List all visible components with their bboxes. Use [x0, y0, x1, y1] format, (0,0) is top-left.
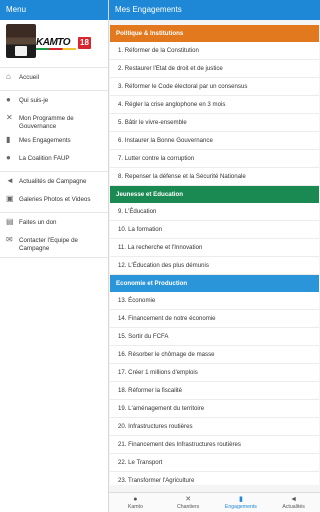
kamto-logo: KAMTO 18 [36, 37, 92, 50]
sidebar-item[interactable]: ● La Coalition FAUP [0, 151, 108, 169]
menu-group: ▤ Faites un don ✉ Contacter l'Equipe de Cam… [0, 213, 108, 258]
menu-group: ◄ Actualités de Campagne ▣ Galeries Photos … [0, 172, 108, 213]
menu-group: ● Qui suis-je ✕ Mon Programme de Gouvernanc… [0, 91, 108, 172]
tab-kamto[interactable]: ● Kamto [109, 493, 162, 512]
list-item[interactable]: 18. Réformer la fiscalité [110, 382, 319, 400]
list-item[interactable]: 2. Restaurer l'Etat de droit et de justi… [110, 60, 319, 78]
tools-icon: ✕ [185, 496, 192, 503]
drawer-menu: ⌂ Accueil ● Qui suis-je ✕ Mon Programme de Go… [0, 68, 108, 258]
sidebar-item-label: Galeries Photos et Videos [19, 196, 91, 203]
mail-icon: ✉ [6, 235, 13, 244]
sidebar-item-label: La Coalition FAUP [19, 155, 70, 162]
list-item[interactable]: 22. Le Transport [110, 454, 319, 472]
sidebar-item[interactable]: ✕ Mon Programme de Gouvernance [0, 111, 108, 133]
list-item[interactable]: 10. La formation [110, 221, 319, 239]
tab-label: Kamto [127, 504, 143, 510]
tab-label: Engagements [224, 504, 257, 510]
list-item[interactable]: 23. Transformer l'Agriculture [110, 472, 319, 485]
home-icon: ⌂ [6, 72, 11, 81]
list-item[interactable]: 1. Réformer de la Constitution [110, 42, 319, 60]
tab-engagements[interactable]: ▮ Engagements [215, 493, 268, 512]
sidebar-item[interactable]: ● Qui suis-je [0, 93, 108, 111]
list-item[interactable]: 3. Réformer le Code électoral par un con… [110, 78, 319, 96]
sidebar-item[interactable]: ◄ Actualités de Campagne [0, 174, 108, 192]
sidebar-item[interactable]: ▮ Mes Engagements [0, 133, 108, 151]
sidebar-item-label: Faites un don [19, 219, 57, 226]
tools-icon: ✕ [6, 113, 13, 122]
sidebar-item-label: Mes Engagements [19, 137, 71, 144]
list-item[interactable]: 13. Économie [110, 292, 319, 310]
page-title: Mes Engagements [109, 0, 320, 20]
person-icon: ● [6, 95, 11, 104]
bookmark-icon: ▮ [238, 496, 243, 503]
tab-chantiers[interactable]: ✕ Chantiers [162, 493, 215, 512]
section-header: Economie et Production [110, 275, 319, 292]
sidebar-item-label: Actualités de Campagne [19, 178, 87, 185]
section-header: Politique & Institutions [110, 25, 319, 42]
list-item[interactable]: 8. Repenser la défense et la Sécurité Na… [110, 168, 319, 186]
list-item[interactable]: 12. L'Éducation des plus démunis [110, 257, 319, 275]
list-item[interactable]: 6. Instaurer la Bonne Gouvernance [110, 132, 319, 150]
list-item[interactable]: 21. Financement des Infrastructures rout… [110, 436, 319, 454]
tab-actualités[interactable]: ◄ Actualités [267, 493, 320, 512]
list-item[interactable]: 7. Lutter contre la corruption [110, 150, 319, 168]
bottom-tab-bar: ● Kamto ✕ Chantiers ▮ Engagements ◄ Actualités [109, 492, 320, 512]
drawer-title: Menu [0, 0, 108, 20]
menu-group: ⌂ Accueil [0, 68, 108, 91]
sidebar-item-label: Contacter l'Equipe de Campagne [19, 237, 78, 252]
logo-year: 18 [78, 37, 91, 49]
people-icon: ● [6, 153, 11, 162]
engagements-list[interactable]: Politique & Institutions 1. Réformer de l… [110, 25, 319, 485]
sidebar-item[interactable]: ⌂ Accueil [0, 70, 108, 88]
tab-label: Actualités [282, 504, 305, 510]
list-item[interactable]: 17. Créer 1 millions d'emplois [110, 364, 319, 382]
navigation-drawer: Menu KAMTO 18 ⌂ Accueil ● Qui suis-je ✕ Mon P… [0, 0, 109, 512]
list-item[interactable]: 9. L'Éducation [110, 203, 319, 221]
list-item[interactable]: 19. L'aménagement du territoire [110, 400, 319, 418]
sidebar-item[interactable]: ▣ Galeries Photos et Videos [0, 192, 108, 210]
list-item[interactable]: 20. Infrastructures routières [110, 418, 319, 436]
drawer-profile: KAMTO 18 [0, 20, 108, 68]
logo-stripe [36, 48, 76, 50]
sidebar-item[interactable]: ▤ Faites un don [0, 215, 108, 233]
list-item[interactable]: 15. Sortir du FCFA [110, 328, 319, 346]
person-icon: ● [133, 496, 138, 503]
list-item[interactable]: 11. La recherche et l'Innovation [110, 239, 319, 257]
bookmark-icon: ▮ [6, 135, 11, 144]
sidebar-item-label: Qui suis-je [19, 97, 49, 104]
list-item[interactable]: 14. Financement de notre économie [110, 310, 319, 328]
gallery-icon: ▣ [6, 194, 14, 203]
megaphone-icon: ◄ [6, 176, 14, 185]
sidebar-item[interactable]: ✉ Contacter l'Equipe de Campagne [0, 233, 108, 255]
tab-label: Chantiers [177, 504, 200, 510]
megaphone-icon: ◄ [290, 496, 298, 503]
gift-icon: ▤ [6, 217, 14, 226]
list-item[interactable]: 5. Bâtir le vivre-ensemble [110, 114, 319, 132]
sidebar-item-label: Accueil [19, 74, 39, 81]
list-item[interactable]: 16. Résorber le chômage de masse [110, 346, 319, 364]
list-item[interactable]: 4. Régler la crise anglophone en 3 mois [110, 96, 319, 114]
avatar [6, 24, 36, 58]
sidebar-item-label: Mon Programme de Gouvernance [19, 115, 74, 130]
main-panel: Mes Engagements Politique & Institutions… [109, 0, 320, 512]
logo-text: KAMTO [36, 37, 70, 48]
section-header: Jeunesse et Education [110, 186, 319, 203]
